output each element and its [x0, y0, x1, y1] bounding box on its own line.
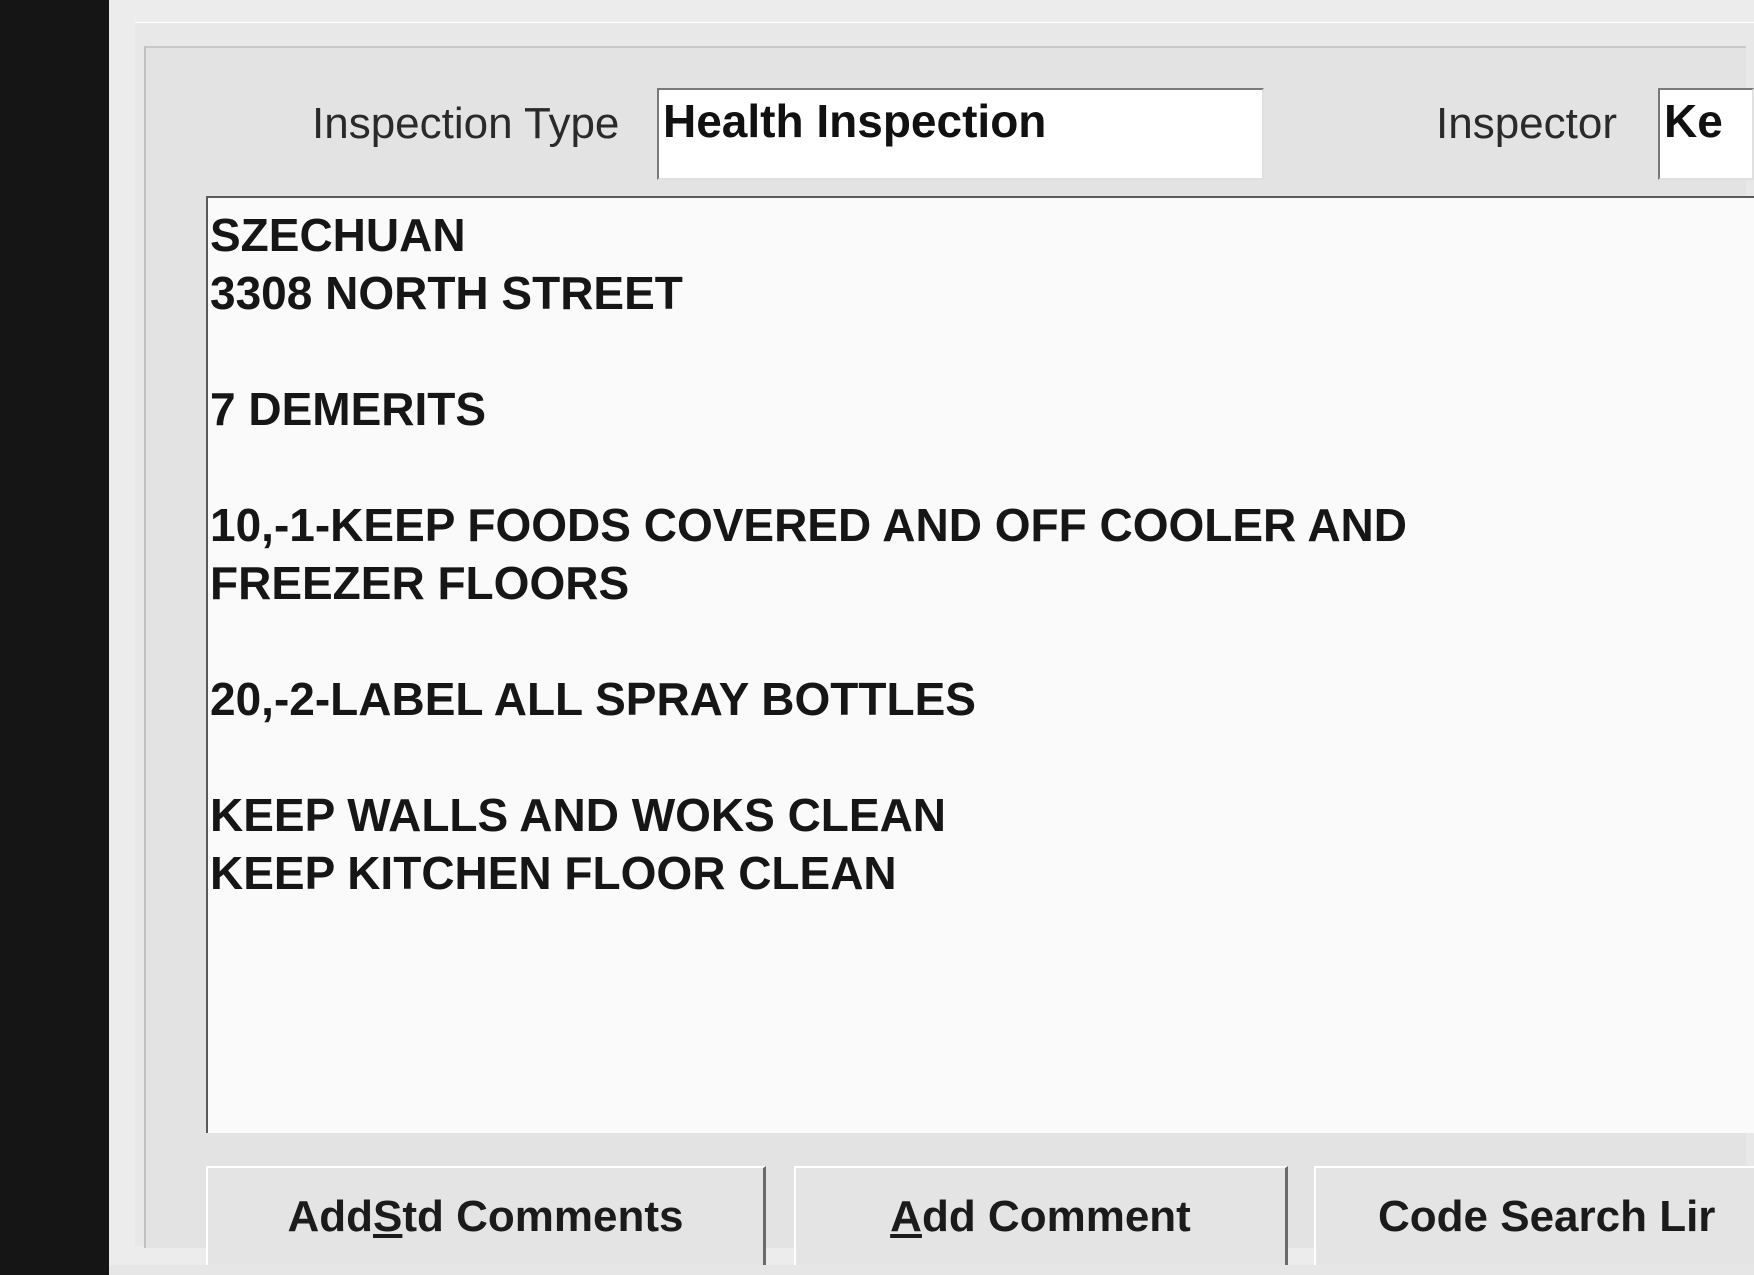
comment-line: [210, 728, 1752, 786]
add-comment-mnemonic: A: [890, 1191, 922, 1241]
inspection-type-label: Inspection Type: [312, 99, 620, 148]
comment-line: 7 DEMERITS: [210, 383, 487, 435]
add-comment-label-post: dd Comment: [921, 1191, 1191, 1241]
comment-line: SZECHUAN: [210, 209, 466, 261]
comment-line: 10,-1-KEEP FOODS COVERED AND OFF COOLER …: [210, 499, 1407, 551]
add-comment-button[interactable]: Add Comment: [794, 1166, 1288, 1265]
comment-line: 3308 NORTH STREET: [210, 267, 683, 319]
inspector-label: Inspector: [1436, 99, 1617, 148]
code-search-button[interactable]: Code Search Lir: [1314, 1166, 1754, 1265]
comment-line: KEEP KITCHEN FLOOR CLEAN: [210, 847, 897, 899]
comment-line: 20,-2-LABEL ALL SPRAY BOTTLES: [210, 673, 976, 725]
scan-border-left: [0, 0, 109, 1275]
add-std-comments-button[interactable]: Add Std Comments: [206, 1166, 766, 1265]
comment-lines: SZECHUAN 3308 NORTH STREET 7 DEMERITS 10,-1…: [210, 206, 1752, 902]
comment-line: KEEP WALLS AND WOKS CLEAN: [210, 789, 947, 841]
comment-line: [210, 612, 1752, 670]
comments-textarea[interactable]: SZECHUAN 3308 NORTH STREET 7 DEMERITS 10,-1…: [206, 196, 1754, 1133]
add-std-comments-mnemonic: S: [373, 1191, 403, 1241]
add-std-comments-label-pre: Add: [287, 1191, 374, 1241]
add-std-comments-label-post: td Comments: [402, 1191, 684, 1241]
button-toolbar: Add Std Comments Add Comment Code Search…: [206, 1160, 1754, 1265]
inspection-type-field[interactable]: Health Inspection: [657, 88, 1264, 180]
scan-border-bottom: [109, 1265, 1754, 1275]
comment-line: [210, 438, 1752, 496]
comment-line: [210, 322, 1752, 380]
comment-line: FREEZER FLOORS: [210, 557, 630, 609]
inspector-field[interactable]: Ke: [1658, 88, 1754, 180]
code-search-label: Code Search Lir: [1378, 1191, 1716, 1241]
